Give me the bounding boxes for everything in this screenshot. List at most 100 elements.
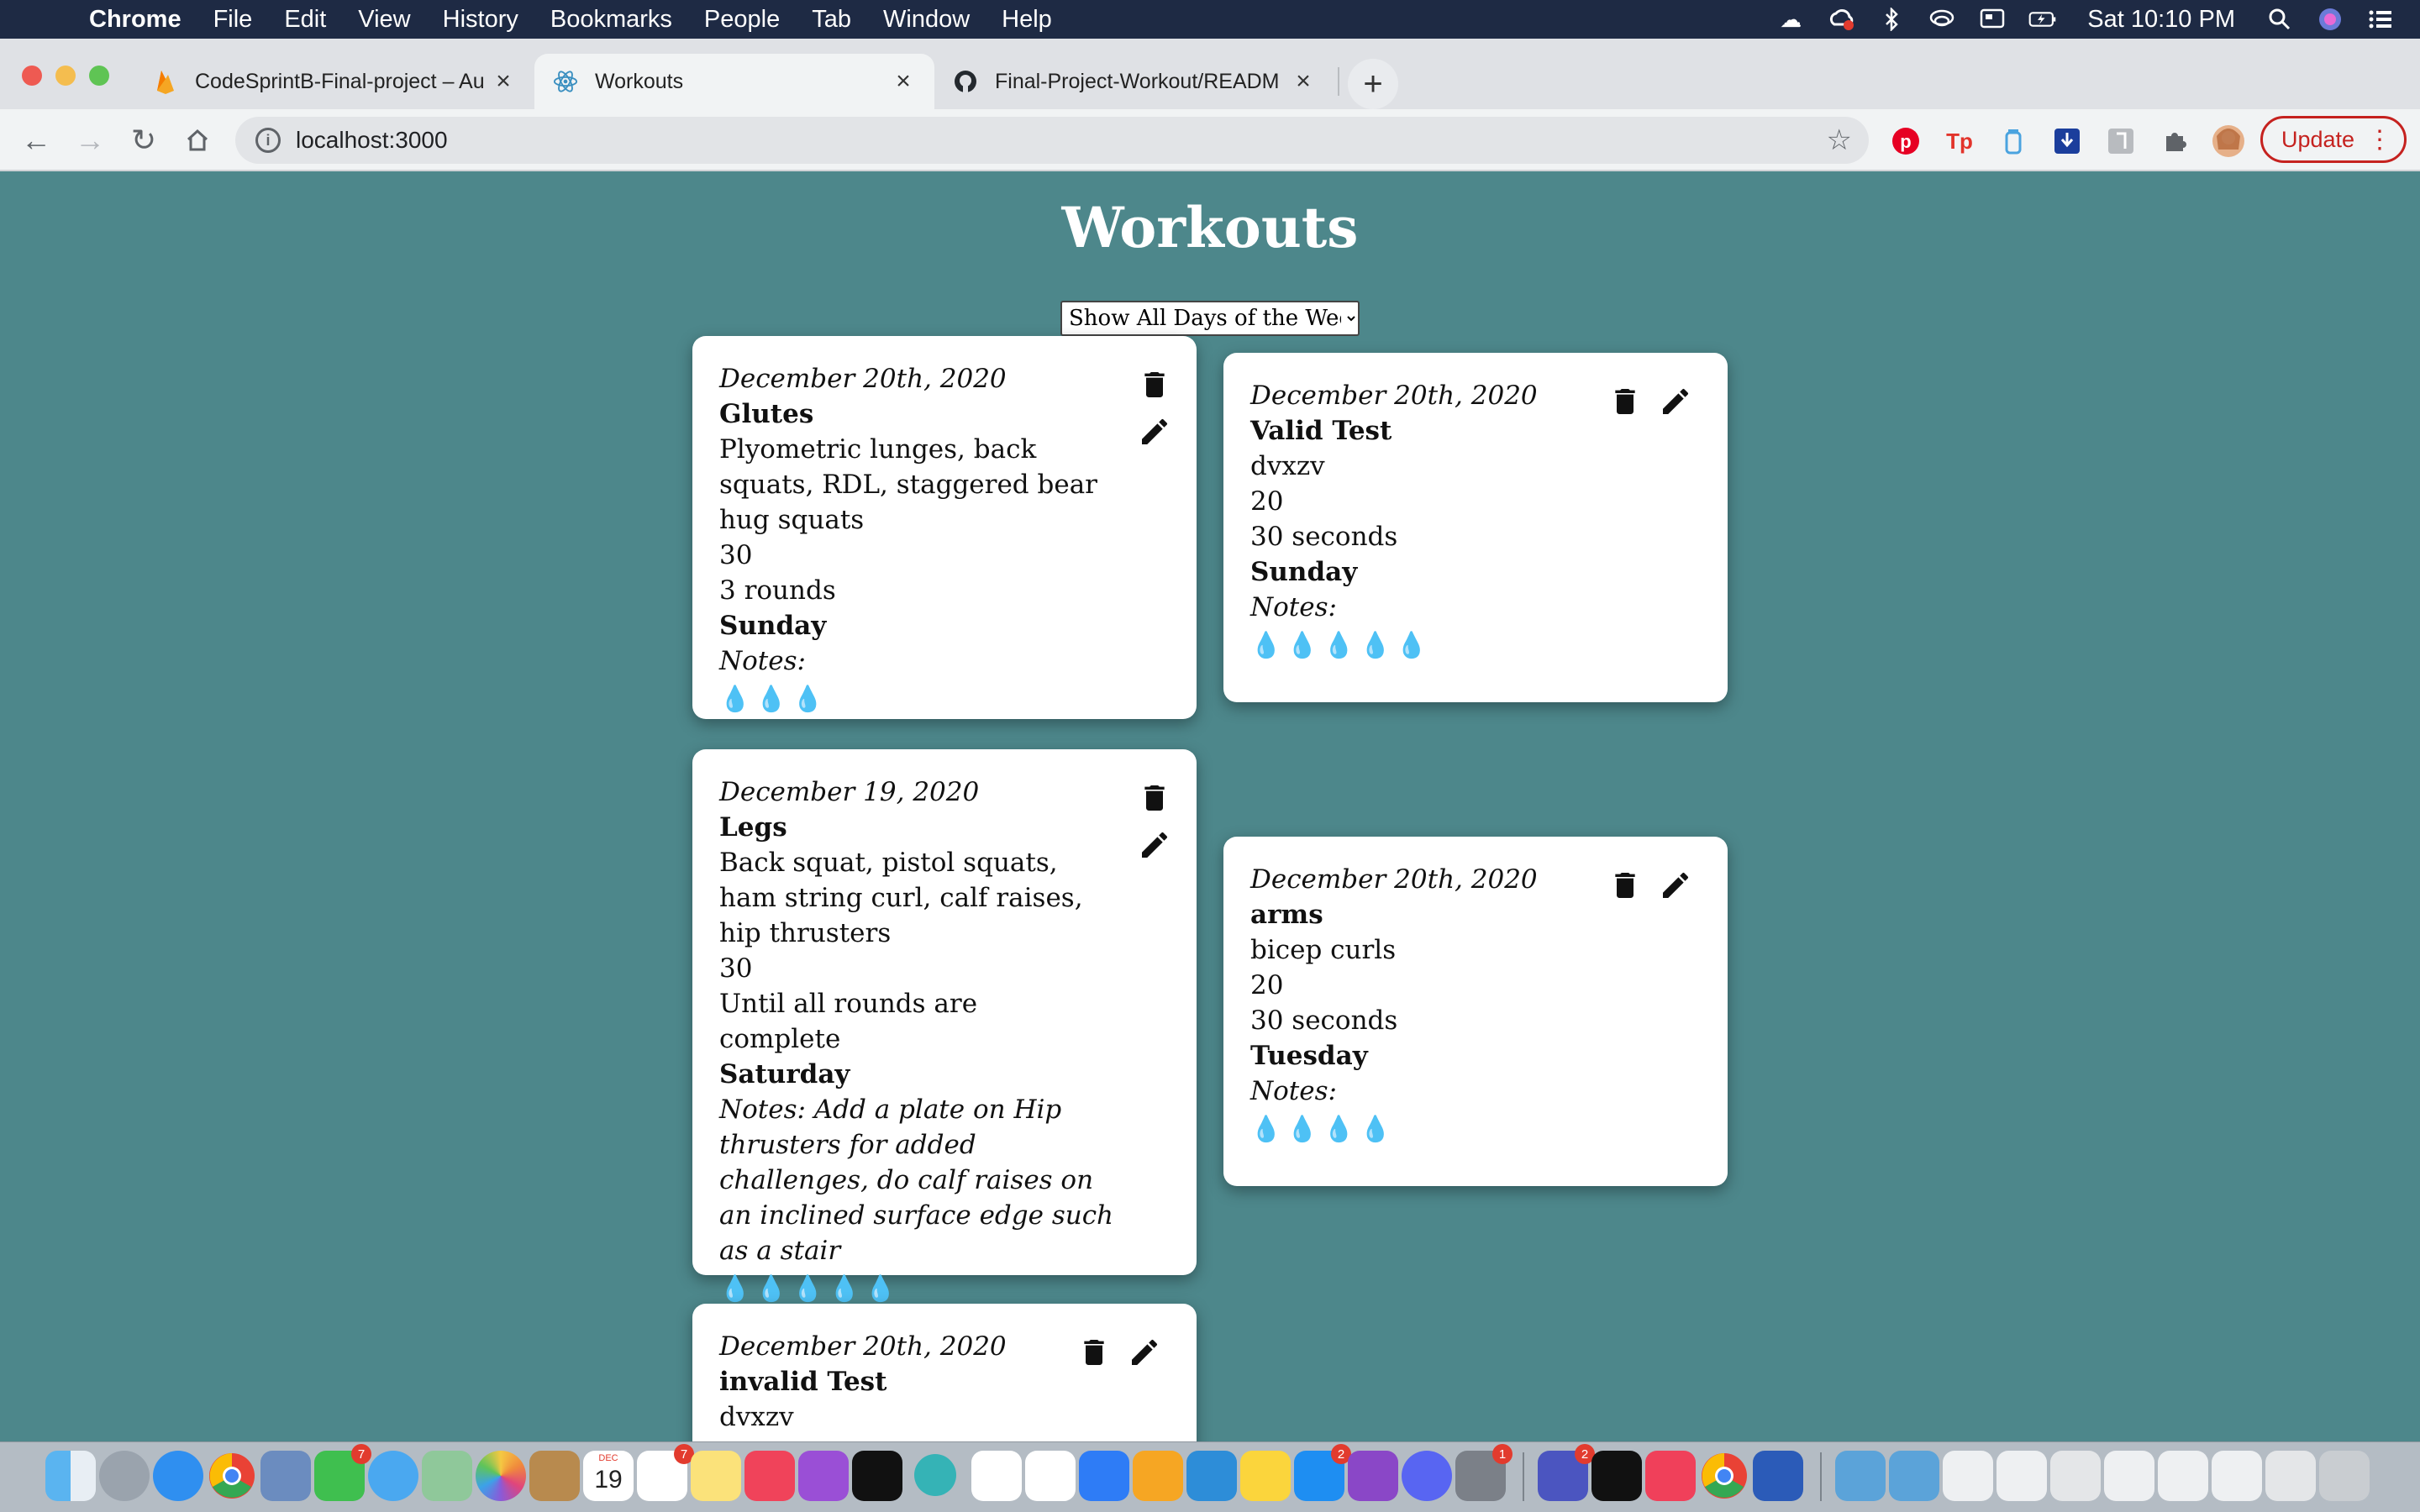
reminders-icon[interactable]: 7	[637, 1444, 694, 1501]
day-filter-select[interactable]: Show All Days of the Week	[1060, 301, 1360, 336]
menu-help[interactable]: Help	[1002, 6, 1052, 34]
safari-icon[interactable]	[153, 1451, 203, 1501]
icloud-icon[interactable]: ☁	[1776, 7, 1805, 32]
news-icon[interactable]	[971, 1451, 1022, 1501]
edit-pencil-icon[interactable]	[1128, 1336, 1161, 1369]
terminal-icon[interactable]	[1591, 1451, 1642, 1501]
menu-file[interactable]: File	[213, 6, 253, 34]
new-tab-button[interactable]: +	[1348, 59, 1398, 109]
tp-extension-icon[interactable]: Tp	[1943, 124, 1976, 158]
back-arrow-icon[interactable]: ←	[15, 119, 57, 161]
recent-document-icon[interactable]	[2265, 1451, 2316, 1501]
menu-window[interactable]: Window	[883, 6, 970, 34]
menu-tab[interactable]: Tab	[812, 6, 851, 34]
airplay-sync-icon[interactable]	[1928, 7, 1956, 32]
control-center-icon[interactable]	[2366, 7, 2395, 32]
menu-view[interactable]: View	[358, 6, 410, 34]
edit-pencil-icon[interactable]	[1138, 828, 1171, 862]
recent-document-icon[interactable]	[2158, 1451, 2208, 1501]
menu-history[interactable]: History	[443, 6, 518, 34]
reload-icon[interactable]: ↻	[123, 119, 165, 161]
numbers-icon[interactable]	[1025, 1451, 1076, 1501]
teams-icon[interactable]: 2	[1538, 1444, 1595, 1501]
menu-app-chrome[interactable]: Chrome	[89, 6, 182, 34]
word-icon[interactable]	[1753, 1451, 1803, 1501]
menubar-clock[interactable]: Sat 10:10 PM	[2087, 6, 2235, 34]
battery-icon[interactable]	[2028, 7, 2057, 32]
notes-icon[interactable]	[691, 1451, 741, 1501]
messages-icon[interactable]	[368, 1451, 418, 1501]
delete-trash-icon[interactable]	[1077, 1336, 1111, 1369]
tab-close-icon[interactable]: ×	[891, 67, 916, 96]
mail-icon[interactable]	[260, 1451, 311, 1501]
recent-document-icon[interactable]	[1943, 1451, 1993, 1501]
delete-trash-icon[interactable]	[1608, 869, 1642, 902]
edit-pencil-icon[interactable]	[1659, 385, 1692, 418]
jar-extension-icon[interactable]	[1996, 124, 2030, 158]
pages-icon[interactable]	[1133, 1451, 1183, 1501]
music-icon[interactable]	[744, 1451, 795, 1501]
teal-app-icon[interactable]	[914, 1454, 956, 1496]
photos-icon[interactable]	[476, 1451, 526, 1501]
system-preferences-icon[interactable]: 1	[1455, 1444, 1512, 1501]
trash-icon[interactable]	[2319, 1451, 2370, 1501]
recent-document-icon[interactable]	[1996, 1451, 2047, 1501]
tab-github-readme[interactable]: Final-Project-Workout/READM ×	[934, 54, 1334, 109]
menu-edit[interactable]: Edit	[284, 6, 326, 34]
profile-avatar[interactable]	[2212, 124, 2245, 158]
menu-people[interactable]: People	[704, 6, 780, 34]
delete-trash-icon[interactable]	[1608, 385, 1642, 418]
tab-codesprint[interactable]: CodeSprintB-Final-project – Au ×	[134, 54, 534, 109]
menu-bookmarks[interactable]: Bookmarks	[550, 6, 672, 34]
launchpad-icon[interactable]	[99, 1451, 150, 1501]
vscode-icon[interactable]	[1186, 1451, 1237, 1501]
maps-icon[interactable]	[422, 1451, 472, 1501]
facetime-icon[interactable]: 7	[314, 1444, 371, 1501]
edit-pencil-icon[interactable]	[1138, 415, 1171, 449]
delete-trash-icon[interactable]	[1138, 368, 1171, 402]
display-icon[interactable]	[1978, 7, 2007, 32]
pinterest-icon[interactable]: p	[1889, 124, 1923, 158]
bluetooth-icon[interactable]	[1877, 7, 1906, 32]
delete-trash-icon[interactable]	[1138, 781, 1171, 815]
keynote-icon[interactable]	[1079, 1451, 1129, 1501]
apple-tv-icon[interactable]	[852, 1451, 902, 1501]
address-bar[interactable]: i localhost:3000 ☆	[235, 117, 1869, 164]
window-zoom-button[interactable]	[89, 66, 109, 86]
folder-icon[interactable]	[1835, 1451, 1886, 1501]
app-store-icon[interactable]: 2	[1294, 1444, 1351, 1501]
calendar-icon[interactable]: DEC 19	[583, 1451, 634, 1501]
stickies-icon[interactable]	[1240, 1451, 1291, 1501]
gray-extension-icon[interactable]	[2104, 124, 2138, 158]
window-minimize-button[interactable]	[55, 66, 76, 86]
site-info-icon[interactable]: i	[255, 128, 281, 153]
podcasts-icon[interactable]	[798, 1451, 849, 1501]
recent-document-icon[interactable]	[2050, 1451, 2101, 1501]
chrome-menu-icon[interactable]: ⋮	[2367, 125, 2392, 155]
edit-pencil-icon[interactable]	[1659, 869, 1692, 902]
tab-close-icon[interactable]: ×	[1291, 67, 1316, 96]
folder-icon[interactable]	[1889, 1451, 1939, 1501]
finder-icon[interactable]	[45, 1451, 96, 1501]
window-close-button[interactable]	[22, 66, 42, 86]
recent-document-icon[interactable]	[2212, 1451, 2262, 1501]
siri-icon[interactable]	[2316, 7, 2344, 32]
red-app-icon[interactable]	[1645, 1451, 1696, 1501]
creative-cloud-icon[interactable]	[1827, 7, 1855, 32]
github-desktop-icon[interactable]	[1348, 1451, 1398, 1501]
tab-close-icon[interactable]: ×	[491, 67, 516, 96]
forward-arrow-icon[interactable]: →	[69, 119, 111, 161]
tab-workouts[interactable]: Workouts ×	[534, 54, 934, 109]
spotlight-search-icon[interactable]	[2265, 7, 2294, 32]
update-chrome-button[interactable]: Update ⋮	[2260, 116, 2407, 163]
recent-document-icon[interactable]	[2104, 1451, 2154, 1501]
discord-icon[interactable]	[1402, 1451, 1452, 1501]
home-icon[interactable]	[176, 119, 218, 161]
chrome-dock-icon[interactable]	[207, 1451, 257, 1501]
bookmark-star-icon[interactable]: ☆	[1827, 123, 1852, 157]
download-extension-icon[interactable]	[2050, 124, 2084, 158]
chrome-recent-icon[interactable]	[1699, 1451, 1749, 1501]
extensions-puzzle-icon[interactable]	[2158, 124, 2191, 158]
contacts-icon[interactable]	[529, 1451, 580, 1501]
address-url[interactable]: localhost:3000	[296, 127, 1827, 154]
